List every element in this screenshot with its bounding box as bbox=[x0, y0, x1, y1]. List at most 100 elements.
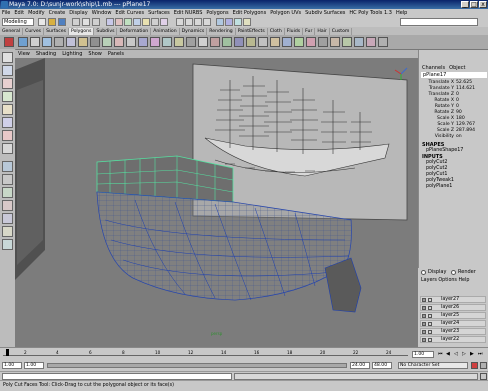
poly-cube-icon[interactable] bbox=[30, 37, 40, 47]
select-component-icon[interactable] bbox=[92, 18, 100, 26]
layer-menu-layers[interactable]: Layers bbox=[421, 278, 437, 283]
triangulate-icon[interactable] bbox=[210, 37, 220, 47]
ipr-render-icon[interactable] bbox=[234, 18, 242, 26]
mel-input[interactable] bbox=[2, 373, 232, 380]
menu-surfaces[interactable]: Surfaces bbox=[146, 9, 172, 17]
range-bar[interactable] bbox=[47, 363, 347, 368]
extrude-face-icon[interactable] bbox=[114, 37, 124, 47]
menu-modify[interactable]: Modify bbox=[26, 9, 47, 17]
menu-polygons[interactable]: Polygons bbox=[204, 9, 230, 17]
mask-rendering-icon[interactable] bbox=[160, 18, 168, 26]
manipulator-tool-icon[interactable] bbox=[2, 130, 13, 141]
layout-uv-icon[interactable] bbox=[366, 37, 376, 47]
character-set-select[interactable]: No Character Set bbox=[398, 362, 468, 369]
menu-edit-curves[interactable]: Edit Curves bbox=[113, 9, 146, 17]
bevel-icon[interactable] bbox=[138, 37, 148, 47]
reduce-icon[interactable] bbox=[258, 37, 268, 47]
mode-select[interactable]: Modeling bbox=[2, 18, 34, 26]
playback-end-field[interactable]: 24.00 bbox=[350, 362, 370, 369]
rotate-tool-icon[interactable] bbox=[2, 104, 13, 115]
history-icon[interactable] bbox=[216, 18, 224, 26]
viewport-menu-lighting[interactable]: Lighting bbox=[59, 50, 85, 58]
layer-row[interactable]: Vlayer24 bbox=[420, 320, 486, 327]
cut-uv-icon[interactable] bbox=[354, 37, 364, 47]
hypershade-layout-icon[interactable] bbox=[2, 213, 13, 224]
mask-curves-icon[interactable] bbox=[124, 18, 132, 26]
quadrangulate-icon[interactable] bbox=[222, 37, 232, 47]
extrude-edge-icon[interactable] bbox=[126, 37, 136, 47]
planar-map-icon[interactable] bbox=[294, 37, 304, 47]
input-node-item[interactable]: polyPlane1 bbox=[426, 184, 452, 190]
minimize-button[interactable]: _ bbox=[461, 1, 469, 8]
viewport-menu-shading[interactable]: Shading bbox=[33, 50, 59, 58]
poly-cylinder-icon[interactable] bbox=[42, 37, 52, 47]
spherical-map-icon[interactable] bbox=[318, 37, 328, 47]
menu-edit-polygons[interactable]: Edit Polygons bbox=[231, 9, 269, 17]
layer-menu-help[interactable]: Help bbox=[458, 278, 469, 283]
time-slider-track[interactable] bbox=[3, 349, 408, 356]
snap-grid-icon[interactable] bbox=[176, 18, 184, 26]
shelf-menu-icon[interactable] bbox=[4, 37, 14, 47]
layer-menu-options[interactable]: Options bbox=[438, 278, 457, 283]
mirror-icon[interactable] bbox=[234, 37, 244, 47]
single-perspective-layout-icon[interactable] bbox=[2, 161, 13, 172]
new-scene-icon[interactable] bbox=[38, 18, 46, 26]
menu-help[interactable]: Help bbox=[394, 9, 409, 17]
time-slider[interactable]: 1 2 4 6 8 10 12 14 16 18 20 22 24 1.00 ⏮… bbox=[0, 347, 488, 362]
cleanup-icon[interactable] bbox=[270, 37, 280, 47]
move-tool-icon[interactable] bbox=[2, 91, 13, 102]
separate-icon[interactable] bbox=[102, 37, 112, 47]
bridge-icon[interactable] bbox=[150, 37, 160, 47]
menu-subdiv-surfaces[interactable]: Subdiv Surfaces bbox=[303, 9, 347, 17]
layer-row[interactable]: Vlayer26 bbox=[420, 304, 486, 311]
select-hierarchy-icon[interactable] bbox=[72, 18, 80, 26]
snap-point-icon[interactable] bbox=[194, 18, 202, 26]
menu-display[interactable]: Display bbox=[67, 9, 89, 17]
mask-deformations-icon[interactable] bbox=[142, 18, 150, 26]
cut-faces-icon[interactable] bbox=[174, 37, 184, 47]
cylindrical-map-icon[interactable] bbox=[306, 37, 316, 47]
normal-icon[interactable] bbox=[378, 37, 388, 47]
tab-channels[interactable]: Channels bbox=[422, 65, 445, 71]
menu-create[interactable]: Create bbox=[47, 9, 68, 17]
viewport-menu-show[interactable]: Show bbox=[85, 50, 105, 58]
automatic-map-icon[interactable] bbox=[330, 37, 340, 47]
poly-sphere-icon[interactable] bbox=[18, 37, 28, 47]
tab-object[interactable]: Object bbox=[449, 65, 465, 71]
four-view-layout-icon[interactable] bbox=[2, 174, 13, 185]
scale-tool-icon[interactable] bbox=[2, 117, 13, 128]
mask-surfaces-icon[interactable] bbox=[133, 18, 141, 26]
step-forward-icon[interactable]: ▶ bbox=[470, 351, 476, 358]
layer-row[interactable]: Vlayer27 bbox=[420, 296, 486, 303]
mask-handles-icon[interactable] bbox=[106, 18, 114, 26]
current-frame-field[interactable]: 1.00 bbox=[412, 351, 434, 358]
menu-file[interactable]: File bbox=[0, 9, 12, 17]
go-to-end-icon[interactable]: ⏭ bbox=[478, 351, 484, 358]
uv-editor-icon[interactable] bbox=[282, 37, 292, 47]
menu-hc-poly-tools[interactable]: HC Poly Tools 1.3 bbox=[347, 9, 394, 17]
step-back-icon[interactable]: ◀ bbox=[446, 351, 452, 358]
close-button[interactable]: x bbox=[479, 1, 487, 8]
layer-row[interactable]: Vlayer22 bbox=[420, 336, 486, 343]
persp-outliner-layout-icon[interactable] bbox=[2, 187, 13, 198]
viewport-menu-panels[interactable]: Panels bbox=[105, 50, 127, 58]
anim-prefs-icon[interactable] bbox=[480, 362, 487, 369]
viewport-menu-view[interactable]: View bbox=[15, 50, 33, 58]
snap-view-plane-icon[interactable] bbox=[203, 18, 211, 26]
menu-polygon-uvs[interactable]: Polygon UVs bbox=[268, 9, 303, 17]
paint-select-tool-icon[interactable] bbox=[2, 78, 13, 89]
go-to-start-icon[interactable]: ⏮ bbox=[438, 351, 444, 358]
play-forward-icon[interactable]: ▷ bbox=[462, 351, 468, 358]
poly-torus-icon[interactable] bbox=[78, 37, 88, 47]
lasso-tool-icon[interactable] bbox=[2, 65, 13, 76]
render-radio[interactable] bbox=[451, 270, 456, 275]
persp-graph-layout-icon[interactable] bbox=[2, 200, 13, 211]
select-object-icon[interactable] bbox=[82, 18, 90, 26]
smooth-icon[interactable] bbox=[198, 37, 208, 47]
snap-curve-icon[interactable] bbox=[185, 18, 193, 26]
script-editor-icon[interactable] bbox=[480, 373, 487, 380]
range-start-field[interactable]: 1.00 bbox=[2, 362, 22, 369]
menu-edit[interactable]: Edit bbox=[12, 9, 26, 17]
layer-row[interactable]: Vlayer25 bbox=[420, 312, 486, 319]
combine-icon[interactable] bbox=[90, 37, 100, 47]
